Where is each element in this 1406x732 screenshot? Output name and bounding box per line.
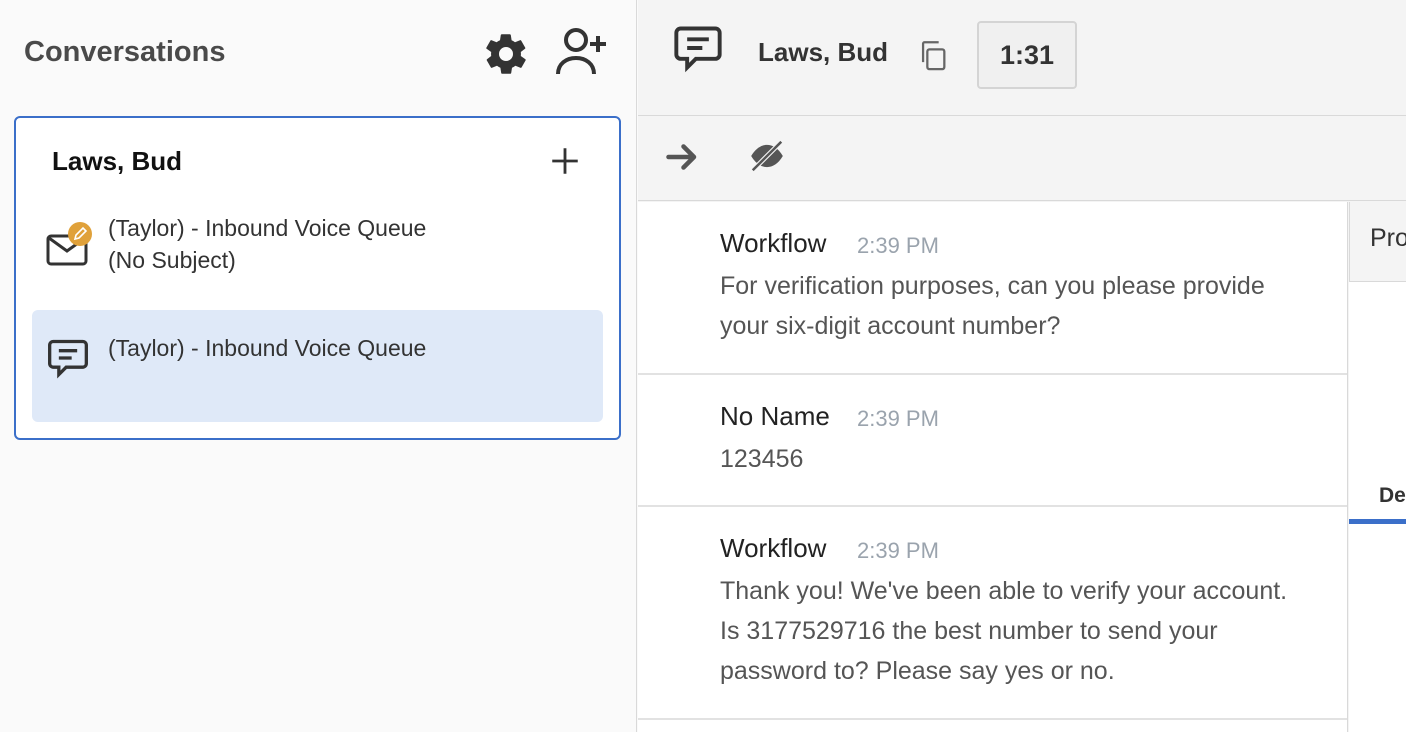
message-text: For verification purposes, can you pleas… bbox=[720, 272, 1265, 300]
interaction-panel: Laws, Bud 1:31 Workflow 2:39 PM For veri… bbox=[638, 0, 1406, 732]
panel-title: Conversations bbox=[24, 36, 226, 68]
conversation-subject: (No Subject) bbox=[108, 247, 236, 273]
message-text: 123456 bbox=[720, 445, 804, 473]
message-sender: Workflow bbox=[720, 533, 827, 563]
conversation-card: Laws, Bud (Taylor) - Inbound Voice Queue… bbox=[14, 116, 621, 440]
eye-off-icon[interactable] bbox=[748, 137, 786, 175]
message-time: 2:39 PM bbox=[857, 233, 939, 258]
conversation-queue-label: (Taylor) - Inbound Voice Queue bbox=[108, 215, 427, 241]
conversation-item-email[interactable]: (Taylor) - Inbound Voice Queue (No Subje… bbox=[32, 208, 603, 294]
card-contact-name: Laws, Bud bbox=[52, 146, 183, 176]
message-item: No Name 2:39 PM 123456 bbox=[638, 375, 1347, 507]
conversation-queue-label: (Taylor) - Inbound Voice Queue bbox=[108, 335, 427, 361]
conversations-panel: Conversations Laws, Bud (Taylor) - Inbou… bbox=[0, 0, 637, 732]
details-header-label: Pro bbox=[1370, 224, 1406, 252]
details-header: Pro bbox=[1349, 202, 1406, 282]
add-user-icon[interactable] bbox=[554, 26, 610, 78]
message-text: Is 3177529716 the best number to send yo… bbox=[720, 617, 1218, 645]
gear-icon[interactable] bbox=[482, 30, 530, 78]
message-sender: Workflow bbox=[720, 228, 827, 258]
header-contact-name: Laws, Bud bbox=[758, 37, 889, 67]
interaction-header: Laws, Bud 1:31 bbox=[638, 0, 1406, 116]
interaction-timer: 1:31 bbox=[977, 21, 1077, 89]
conversation-item-chat[interactable]: (Taylor) - Inbound Voice Queue bbox=[32, 310, 603, 422]
message-text: Thank you! We've been able to verify you… bbox=[720, 577, 1288, 605]
interaction-toolbar bbox=[638, 117, 1406, 201]
message-sender: No Name bbox=[720, 401, 830, 431]
message-item: Workflow 2:39 PM Thank you! We've been a… bbox=[638, 507, 1347, 720]
message-item: Workflow 2:39 PM For verification purpos… bbox=[638, 202, 1347, 375]
copy-icon[interactable] bbox=[916, 38, 950, 72]
message-time: 2:39 PM bbox=[857, 538, 939, 563]
arrow-right-icon[interactable] bbox=[662, 139, 702, 175]
chat-icon bbox=[674, 26, 722, 73]
message-text: password to? Please say yes or no. bbox=[720, 657, 1115, 685]
message-time: 2:39 PM bbox=[857, 406, 939, 431]
email-with-edit-badge-icon bbox=[46, 222, 92, 266]
active-tab-indicator bbox=[1349, 519, 1406, 524]
message-list: Workflow 2:39 PM For verification purpos… bbox=[638, 202, 1348, 732]
message-text: your six-digit account number? bbox=[720, 312, 1061, 340]
tab-details[interactable]: De bbox=[1379, 484, 1406, 508]
plus-icon[interactable] bbox=[548, 144, 582, 178]
chat-icon bbox=[48, 339, 88, 379]
details-panel: Pro De bbox=[1349, 202, 1406, 732]
